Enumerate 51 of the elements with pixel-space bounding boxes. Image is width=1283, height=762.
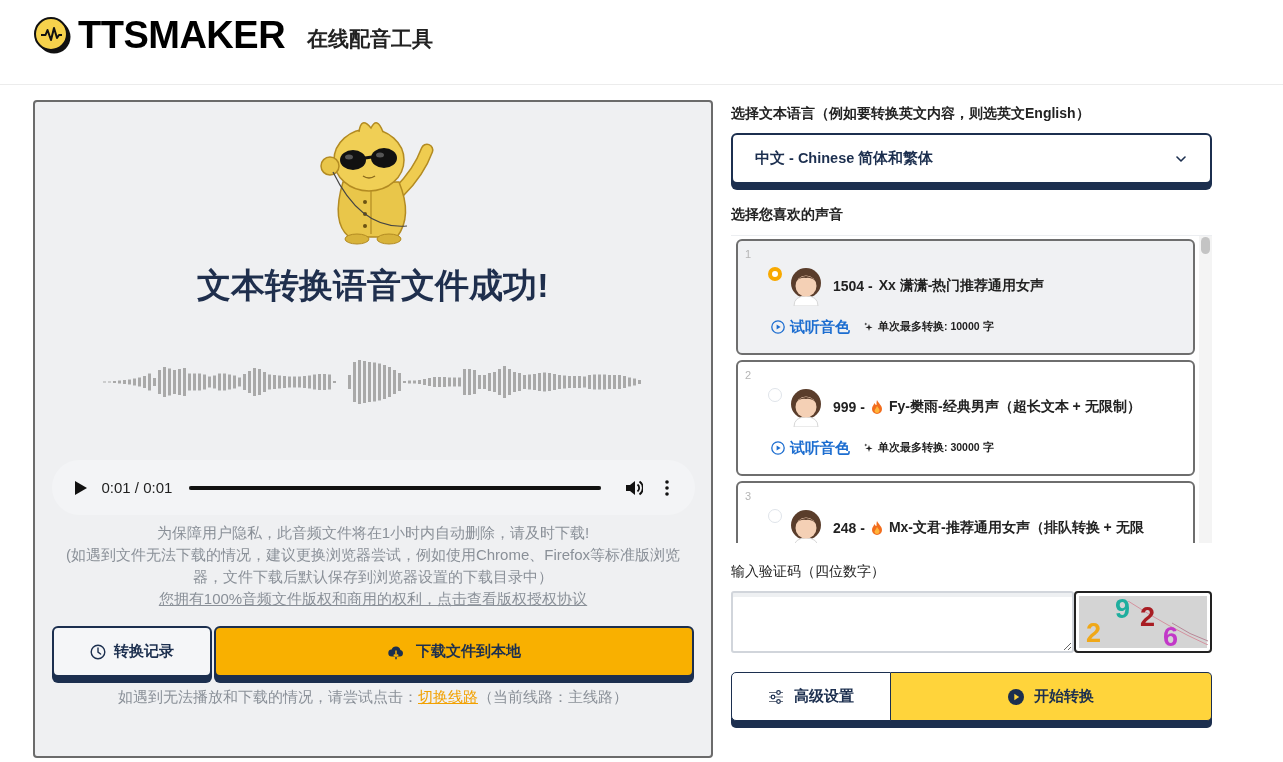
voice-card[interactable]: 3 248 - Mx-文君-推荐通用女声（排队转换 + 无限 — [736, 481, 1195, 543]
logo-text: TTSMAKER — [78, 14, 286, 56]
char-limit-text: 单次最多转换: 10000 字 — [878, 320, 994, 334]
scrollbar-track[interactable] — [1199, 236, 1212, 543]
voice-id: 248 - — [833, 520, 865, 536]
play-circle-icon — [1008, 688, 1024, 705]
voice-card[interactable]: 2 999 - Fy-樊雨-经典男声（超长文本 + 无限制） 试听音色 单次最多转换: 30000 字 — [736, 360, 1195, 476]
play-circle-icon — [771, 441, 785, 455]
time-display: 0:01 / 0:01 — [101, 479, 173, 496]
voice-card[interactable]: 1 1504 - Xx 潇潇-热门推荐通用女声 试听音色 单次最多转换: 10000 字 — [736, 239, 1195, 355]
play-circle-icon — [771, 320, 785, 334]
voice-number: 3 — [745, 490, 752, 502]
captcha-label: 输入验证码（四位数字） — [731, 562, 886, 581]
captcha-digit: 2 — [1086, 619, 1102, 647]
radio-button[interactable] — [768, 267, 782, 281]
route-note: 如遇到无法播放和下载的情况，请尝试点击：切换线路（当前线路：主线路） — [118, 687, 628, 707]
char-limit-text: 单次最多转换: 30000 字 — [878, 441, 994, 455]
success-title: 文本转换语音文件成功! — [197, 265, 549, 305]
cloud-download-icon — [387, 643, 404, 660]
chevron-down-icon — [1176, 155, 1186, 162]
volume-icon[interactable] — [625, 479, 643, 496]
sliders-icon — [768, 688, 784, 705]
captcha-image[interactable]: 2 9 2 6 — [1074, 591, 1212, 653]
captcha-digit: 6 — [1163, 623, 1179, 651]
logo-icon — [33, 16, 71, 54]
notice-text: 为保障用户隐私，此音频文件将在1小时内自动删除，请及时下载! — [155, 523, 591, 543]
voice-name: Mx-文君-推荐通用女声（排队转换 + 无限 — [888, 519, 1144, 537]
voice-number: 2 — [745, 369, 752, 381]
captcha-digit: 9 — [1115, 595, 1131, 623]
sparkle-icon — [864, 443, 873, 453]
voice-label: 选择您喜欢的声音 — [731, 205, 844, 224]
voice-number: 1 — [745, 248, 752, 260]
captcha-digit: 2 — [1140, 603, 1156, 631]
voice-name: Fy-樊雨-经典男声（超长文本 + 无限制） — [888, 398, 1141, 416]
clock-icon — [90, 643, 106, 660]
tagline: 在线配音工具 — [307, 26, 434, 52]
captcha-input[interactable] — [731, 591, 1074, 653]
avatar-icon — [789, 387, 823, 427]
language-label: 选择文本语言（例如要转换英文内容，则选英文English） — [731, 104, 1091, 123]
preview-link[interactable]: 试听音色 — [771, 317, 850, 337]
scrollbar-thumb[interactable] — [1201, 237, 1210, 254]
more-options-icon[interactable] — [664, 479, 669, 496]
avatar-icon — [789, 508, 823, 543]
sparkle-icon — [864, 322, 873, 332]
notice-text: (如遇到文件无法下载的情况，建议更换浏览器尝试，例如使用Chrome、Firefox等标准版浏览器，文件下载后默认保存到浏览器设置的下载目录中） — [64, 545, 682, 587]
preview-link[interactable]: 试听音色 — [771, 438, 850, 458]
play-icon[interactable] — [74, 480, 87, 495]
avatar-icon — [789, 266, 823, 306]
voice-id: 1504 - — [833, 278, 873, 294]
voice-name: Xx 潇潇-热门推荐通用女声 — [878, 277, 1045, 295]
voice-id: 999 - — [833, 399, 865, 415]
